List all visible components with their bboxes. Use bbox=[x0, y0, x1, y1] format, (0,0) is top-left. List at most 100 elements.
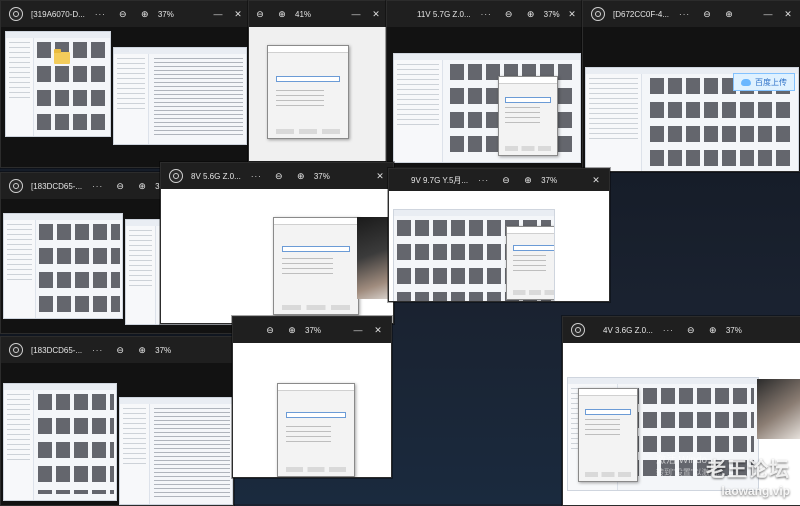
properties-dialog bbox=[498, 76, 558, 156]
more-options-icon[interactable]: ··· bbox=[92, 346, 103, 355]
window-title: [183DCD65-... bbox=[31, 181, 83, 191]
image-canvas: 百度上传 bbox=[583, 27, 800, 171]
image-canvas bbox=[1, 27, 251, 167]
properties-dialog bbox=[273, 217, 359, 315]
title-bar[interactable]: ⊖ ⊕ 41% — ✕ bbox=[249, 1, 389, 27]
zoom-in-icon[interactable]: ⊕ bbox=[526, 9, 536, 20]
minimize-icon[interactable]: — bbox=[351, 325, 365, 335]
zoom-out-icon[interactable]: ⊖ bbox=[686, 325, 696, 336]
image-canvas bbox=[389, 191, 609, 301]
more-options-icon[interactable]: ··· bbox=[95, 10, 106, 19]
explorer-screenshot bbox=[3, 383, 117, 501]
cloud-upload-badge[interactable]: 百度上传 bbox=[733, 73, 795, 91]
zoom-in-icon[interactable]: ⊕ bbox=[523, 175, 533, 186]
photo-viewer-window[interactable]: [319A6070-D... ··· ⊖ ⊕ 37% — ✕ bbox=[0, 0, 252, 168]
zoom-in-icon[interactable]: ⊕ bbox=[137, 345, 147, 356]
title-bar[interactable]: 4V 3.6G Z.0... ··· ⊖ ⊕ 37% bbox=[563, 317, 800, 343]
watermark-brand: 老王论坛 bbox=[706, 457, 790, 481]
photo-viewer-window[interactable]: ⊖ ⊕ 37% — ✕ bbox=[232, 316, 392, 478]
close-icon[interactable]: ✕ bbox=[231, 9, 245, 20]
photo-thumbnail bbox=[357, 217, 391, 299]
zoom-out-icon[interactable]: ⊖ bbox=[118, 9, 128, 20]
zoom-out-icon[interactable]: ⊖ bbox=[504, 9, 514, 20]
zoom-in-icon[interactable]: ⊕ bbox=[708, 325, 718, 336]
properties-dialog bbox=[578, 388, 638, 482]
zoom-level: 37% bbox=[313, 171, 330, 181]
close-icon[interactable]: ✕ bbox=[369, 9, 383, 20]
title-bar[interactable]: 9V 9.7G Y.5月... ··· ⊖ ⊕ 37% ✕ bbox=[389, 169, 609, 191]
title-bar[interactable]: ⊖ ⊕ 37% — ✕ bbox=[233, 317, 391, 343]
window-title: [183DCD65-... bbox=[31, 345, 83, 355]
more-options-icon[interactable]: ··· bbox=[478, 176, 489, 185]
close-icon[interactable]: ✕ bbox=[781, 9, 795, 20]
minimize-icon[interactable]: — bbox=[349, 9, 363, 19]
zoom-level: 37% bbox=[305, 325, 322, 335]
image-canvas bbox=[233, 343, 391, 477]
watermark: 老王论坛 laowang.vip bbox=[706, 453, 790, 498]
viewer-app-icon bbox=[591, 7, 605, 21]
zoom-out-icon[interactable]: ⊖ bbox=[501, 175, 511, 186]
photo-viewer-window[interactable]: [D672CC0F-4... ··· ⊖ ⊕ — ✕ 百度上传 bbox=[582, 0, 800, 172]
title-bar[interactable]: 8V 5.6G Z.0... ··· ⊖ ⊕ 37% ✕ bbox=[161, 163, 393, 189]
more-options-icon[interactable]: ··· bbox=[92, 182, 103, 191]
photo-viewer-window[interactable]: ⊖ ⊕ 41% — ✕ bbox=[248, 0, 390, 162]
zoom-in-icon[interactable]: ⊕ bbox=[287, 325, 297, 336]
cloud-icon bbox=[741, 78, 751, 86]
close-icon[interactable]: ✕ bbox=[373, 171, 387, 182]
title-bar[interactable]: [183DCD65-... ··· ⊖ ⊕ 37% bbox=[1, 337, 233, 363]
properties-dialog bbox=[277, 383, 355, 477]
zoom-level: 37% bbox=[541, 175, 558, 185]
desktop-background: [319A6070-D... ··· ⊖ ⊕ 37% — ✕ ⊖ ⊕ 41% — bbox=[0, 0, 800, 506]
more-options-icon[interactable]: ··· bbox=[251, 172, 262, 181]
zoom-out-icon[interactable]: ⊖ bbox=[274, 171, 284, 182]
cloud-upload-label: 百度上传 bbox=[755, 77, 787, 87]
window-title: 9V 9.7G Y.5月... bbox=[411, 175, 469, 185]
photo-viewer-window[interactable]: [183DCD65-... ··· ⊖ ⊕ 37% bbox=[0, 336, 234, 506]
close-icon[interactable]: ✕ bbox=[565, 9, 579, 20]
more-options-icon[interactable]: ··· bbox=[679, 10, 690, 19]
zoom-level: 37% bbox=[155, 345, 172, 355]
image-canvas bbox=[161, 189, 393, 323]
zoom-in-icon[interactable]: ⊕ bbox=[296, 171, 306, 182]
zoom-in-icon[interactable]: ⊕ bbox=[724, 9, 734, 20]
minimize-icon[interactable]: — bbox=[761, 9, 775, 19]
title-bar[interactable]: [D672CC0F-4... ··· ⊖ ⊕ — ✕ bbox=[583, 1, 800, 27]
zoom-out-icon[interactable]: ⊖ bbox=[115, 181, 125, 192]
viewer-app-icon bbox=[9, 7, 23, 21]
close-icon[interactable]: ✕ bbox=[371, 325, 385, 336]
explorer-screenshot bbox=[3, 213, 123, 319]
explorer-screenshot bbox=[393, 53, 581, 163]
close-icon[interactable]: ✕ bbox=[589, 175, 603, 186]
window-title: 11V 5.7G Z.0... bbox=[417, 9, 471, 19]
zoom-out-icon[interactable]: ⊖ bbox=[255, 9, 265, 20]
image-canvas bbox=[249, 27, 389, 161]
zoom-level: 41% bbox=[295, 9, 312, 19]
explorer-screenshot bbox=[113, 47, 247, 145]
zoom-in-icon[interactable]: ⊕ bbox=[137, 181, 147, 192]
viewer-app-icon bbox=[9, 179, 23, 193]
zoom-out-icon[interactable]: ⊖ bbox=[115, 345, 125, 356]
photo-viewer-window[interactable]: 8V 5.6G Z.0... ··· ⊖ ⊕ 37% ✕ bbox=[160, 162, 394, 324]
properties-dialog bbox=[506, 226, 554, 300]
folder-icon bbox=[54, 49, 70, 64]
properties-dialog bbox=[267, 45, 349, 139]
title-bar[interactable]: [319A6070-D... ··· ⊖ ⊕ 37% — ✕ bbox=[1, 1, 251, 27]
zoom-level: 37% bbox=[725, 325, 742, 335]
zoom-in-icon[interactable]: ⊕ bbox=[140, 9, 150, 20]
more-options-icon[interactable]: ··· bbox=[663, 326, 674, 335]
explorer-screenshot bbox=[393, 209, 555, 301]
title-bar[interactable]: 11V 5.7G Z.0... ··· ⊖ ⊕ 37% ✕ bbox=[387, 1, 585, 27]
photo-viewer-window[interactable]: 11V 5.7G Z.0... ··· ⊖ ⊕ 37% ✕ bbox=[386, 0, 586, 168]
viewer-app-icon bbox=[169, 169, 183, 183]
zoom-in-icon[interactable]: ⊕ bbox=[277, 9, 287, 20]
photo-thumbnail bbox=[757, 379, 800, 439]
window-title: 8V 5.6G Z.0... bbox=[191, 171, 241, 181]
more-options-icon[interactable]: ··· bbox=[481, 10, 492, 19]
photo-viewer-window[interactable]: 9V 9.7G Y.5月... ··· ⊖ ⊕ 37% ✕ bbox=[388, 168, 610, 302]
watermark-url: laowang.vip bbox=[721, 484, 790, 498]
window-title: [319A6070-D... bbox=[31, 9, 85, 19]
zoom-out-icon[interactable]: ⊖ bbox=[265, 325, 275, 336]
zoom-out-icon[interactable]: ⊖ bbox=[702, 9, 712, 20]
zoom-level: 37% bbox=[543, 9, 560, 19]
minimize-icon[interactable]: — bbox=[211, 9, 225, 19]
